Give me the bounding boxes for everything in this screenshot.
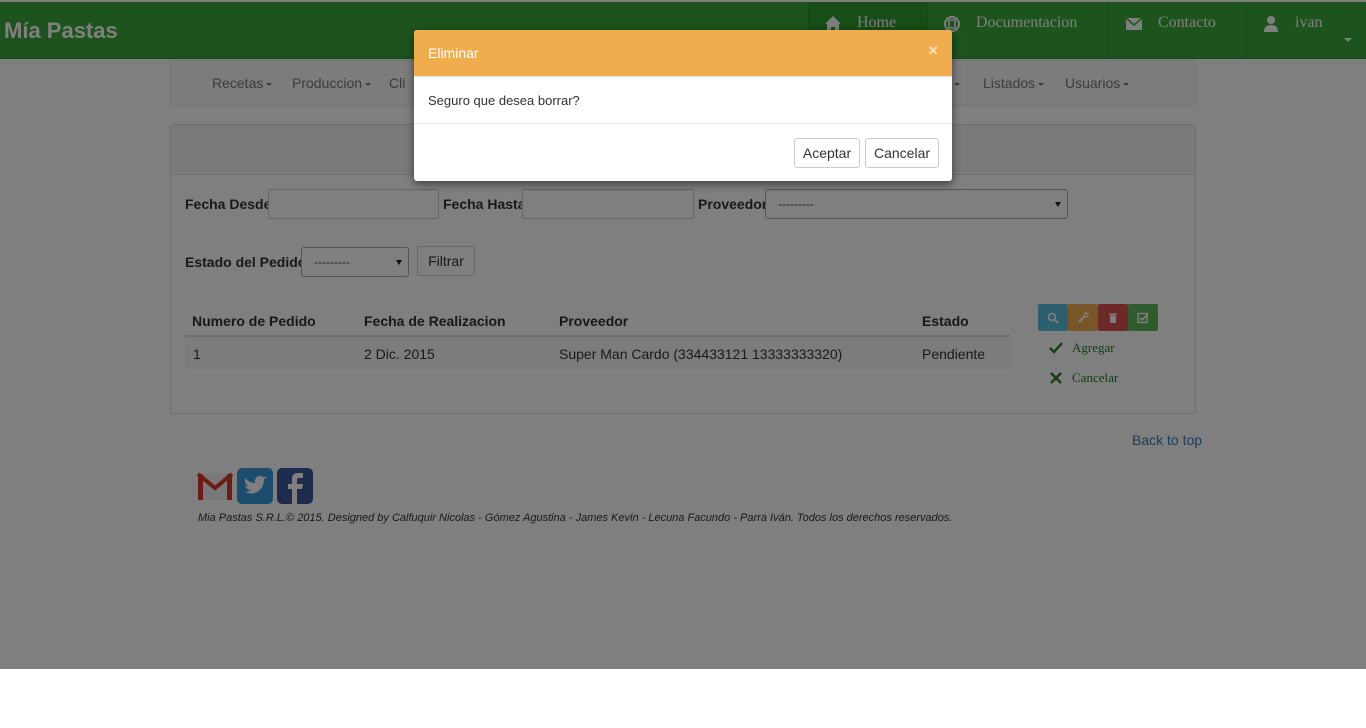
cancel-button[interactable]: Cancelar: [865, 138, 939, 168]
modal-footer: Aceptar Cancelar: [414, 123, 952, 181]
modal-message: Seguro que desea borrar?: [428, 93, 580, 108]
delete-confirm-dialog: Eliminar × Seguro que desea borrar? Acep…: [414, 30, 952, 181]
modal-title: Eliminar: [428, 45, 479, 61]
accept-button[interactable]: Aceptar: [794, 138, 860, 168]
close-icon[interactable]: ×: [928, 42, 938, 59]
modal-header: Eliminar ×: [414, 30, 952, 77]
page: Mía Pastas Home Documentacion: [0, 0, 1366, 669]
